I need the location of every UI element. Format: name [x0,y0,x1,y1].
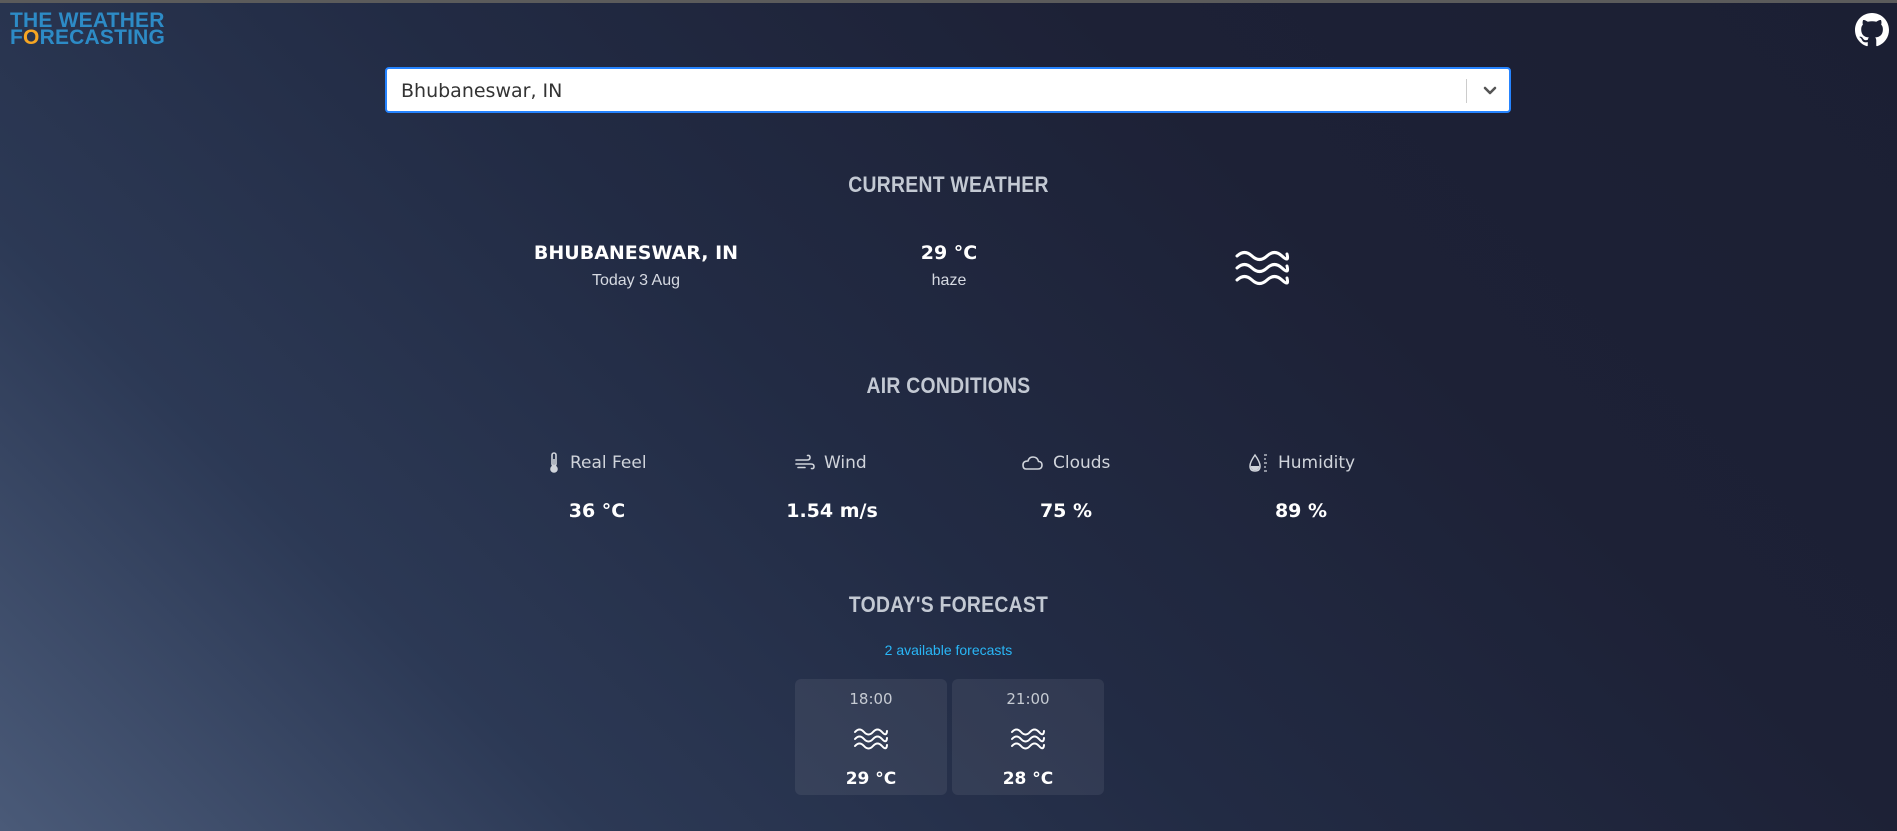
air-conditions-title: AIR CONDITIONS [866,373,1031,398]
humidity-label: Humidity [1249,450,1355,476]
current-weather-title: CURRENT WEATHER [848,172,1049,197]
humidity-icon [1249,453,1267,472]
thermometer-icon [550,452,558,473]
github-icon[interactable] [1855,13,1889,47]
wind-text: Wind [824,453,867,473]
available-forecasts-count: 2 available forecasts [884,642,1013,658]
logo-letter-f: F [10,26,24,49]
current-city: BHUBANESWAR, IN [533,242,739,264]
logo-accent-letter: O [23,26,40,49]
current-description: haze [931,272,967,289]
wind-value: 1.54 m/s [786,500,878,522]
haze-icon [1233,248,1291,293]
forecast-temperature: 29 °C [845,769,897,789]
forecast-time: 21:00 [1006,690,1050,708]
haze-icon [1010,727,1046,756]
city-search-input[interactable] [399,69,1453,113]
window-top-border [0,0,1897,3]
chevron-down-icon[interactable] [1477,78,1503,104]
forecast-time: 18:00 [849,690,893,708]
clouds-text: Clouds [1053,453,1111,473]
forecast-card[interactable]: 18:00 29 °C [795,679,947,795]
humidity-value: 89 % [1274,500,1328,522]
forecast-card[interactable]: 21:00 28 °C [952,679,1104,795]
app-logo[interactable]: THE WEATHER FORECASTING [10,10,166,49]
real-feel-text: Real Feel [570,453,647,473]
current-date: Today 3 Aug [591,272,681,289]
city-search-select[interactable] [385,67,1511,113]
clouds-label: Clouds [1020,450,1110,476]
wind-label: Wind [795,450,867,476]
logo-line2-rest: RECASTING [39,26,166,49]
haze-icon [853,727,889,756]
wind-icon [795,454,815,470]
current-temperature: 29 °C [920,242,978,264]
humidity-text: Humidity [1278,453,1356,473]
todays-forecast-title: TODAY'S FORECAST [848,592,1049,617]
cloud-icon [1022,456,1043,470]
real-feel-label: Real Feel [547,450,647,476]
logo-line2: FORECASTING [10,26,166,49]
forecast-temperature: 28 °C [1002,769,1054,789]
search-divider [1466,79,1467,103]
clouds-value: 75 % [1039,500,1093,522]
real-feel-value: 36 °C [568,500,626,522]
